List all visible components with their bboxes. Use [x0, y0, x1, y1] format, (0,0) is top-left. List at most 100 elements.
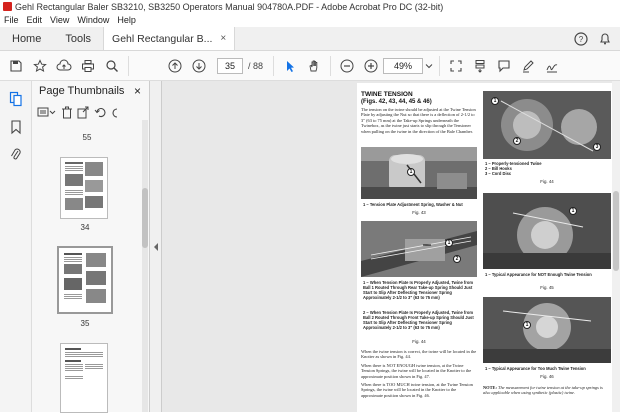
page-thumbnails-icon[interactable] — [0, 85, 32, 113]
thumbnails-scrollbar-track[interactable] — [142, 120, 148, 412]
window-title: Gehl Rectangular Baler SB3210, SB3250 Op… — [15, 1, 444, 12]
tab-home[interactable]: Home — [0, 27, 53, 50]
extract-page-icon[interactable] — [77, 106, 90, 119]
paragraph-correct-tension: When the twine tension is correct, the t… — [361, 349, 477, 360]
figure-43-label: Fig. 43 — [412, 210, 426, 215]
chevron-left-icon — [153, 242, 158, 251]
menu-view[interactable]: View — [50, 15, 69, 25]
page-heading: TWINE TENSION — [361, 91, 413, 98]
tab-document-label: Gehl Rectangular B... — [112, 32, 213, 45]
page-subheading: (Figs. 42, 43, 44, 45 & 46) — [361, 99, 432, 105]
rotate-left-icon[interactable] — [94, 106, 107, 119]
figure-callout: 1 — [445, 239, 453, 247]
figure-44-left-label: Fig. 44 — [412, 339, 426, 344]
note-block: NOTE: The measurement for twine tension … — [483, 385, 611, 396]
zoom-level-select[interactable]: 49% — [383, 57, 424, 74]
note-text: The measurement for twine tension at the… — [483, 385, 603, 396]
scroll-mode-icon[interactable] — [468, 54, 492, 78]
figure-44-right-photo: 1 2 3 — [483, 91, 611, 159]
tab-tools[interactable]: Tools — [53, 27, 103, 50]
thumbnail-label: 35 — [80, 319, 90, 328]
figure-46-photo: 1 — [483, 297, 611, 363]
acrobat-app-icon — [3, 2, 12, 11]
bell-icon[interactable] — [598, 32, 612, 46]
figure-callout: 2 — [453, 255, 461, 263]
tab-bar: Home Tools Gehl Rectangular B... × ? — [0, 27, 620, 51]
tab-close-button[interactable]: × — [220, 33, 226, 44]
thumbnails-scrollbar-thumb[interactable] — [142, 188, 148, 248]
thumbnail-page-35-selected[interactable] — [57, 246, 113, 314]
document-scrollbar-thumb[interactable] — [613, 191, 619, 271]
panel-title: Page Thumbnails — [39, 85, 125, 97]
search-icon[interactable] — [100, 54, 124, 78]
menu-file[interactable]: File — [4, 15, 19, 25]
menu-edit[interactable]: Edit — [27, 15, 43, 25]
hand-tool-icon[interactable] — [302, 54, 326, 78]
figure-43-caption: 1 – Tension Plate Adjustment Spring, Was… — [363, 202, 463, 207]
document-scrollbar-track[interactable] — [612, 81, 620, 412]
figure-46-caption: 1 – Typical Appearance for Too Much Twin… — [485, 366, 586, 371]
figure-44-left-photo: 1 2 — [361, 221, 477, 277]
zoom-in-icon[interactable] — [359, 54, 383, 78]
panel-close-button[interactable]: × — [134, 84, 141, 98]
menu-help[interactable]: Help — [117, 15, 136, 25]
thumbnail-page-34[interactable] — [60, 157, 108, 219]
zoom-out-icon[interactable] — [335, 54, 359, 78]
page-number-input[interactable]: 35 — [217, 57, 243, 74]
page-count: / 88 — [248, 60, 264, 71]
toolbar-divider — [439, 55, 441, 76]
thumbnail-label: 34 — [80, 223, 90, 232]
previous-page-icon[interactable] — [163, 54, 187, 78]
select-cursor-icon[interactable] — [278, 54, 302, 78]
tabbar-right-group: ? — [574, 27, 620, 50]
figure-44-left-caption-1: 1 – When Tension Plate Is Properly Adjus… — [363, 280, 474, 300]
next-page-icon[interactable] — [187, 54, 211, 78]
rotate-right-icon[interactable] — [111, 106, 120, 119]
menu-window[interactable]: Window — [77, 15, 109, 25]
left-rail — [0, 81, 32, 412]
chevron-down-icon[interactable] — [423, 54, 435, 78]
toolbar-divider — [273, 55, 275, 76]
upload-cloud-icon[interactable] — [52, 54, 76, 78]
panel-toolbar — [32, 101, 149, 123]
figure-43-photo: 1 — [361, 147, 477, 199]
figure-callout: 2 — [513, 137, 521, 145]
collapse-panel-handle[interactable] — [150, 81, 162, 412]
tab-document[interactable]: Gehl Rectangular B... × — [103, 27, 236, 50]
print-icon[interactable] — [76, 54, 100, 78]
menu-bar: File Edit View Window Help — [0, 13, 620, 26]
window-titlebar: Gehl Rectangular Baler SB3210, SB3250 Op… — [0, 0, 620, 13]
bookmark-star-icon[interactable] — [28, 54, 52, 78]
figure-callout: 1 — [407, 168, 415, 176]
fit-page-icon[interactable] — [444, 54, 468, 78]
figure-45-label: Fig. 45 — [540, 285, 554, 290]
thumbnail-page-36[interactable] — [60, 343, 108, 413]
thumbnail-options-icon[interactable] — [37, 106, 57, 118]
thumbnail-label: 55 — [82, 133, 92, 142]
page-thumbnails-panel: Page Thumbnails × 55 34 35 — [32, 81, 150, 413]
figure-callout: 1 — [569, 207, 577, 215]
comment-icon[interactable] — [492, 54, 516, 78]
figure-callout: 3 — [593, 143, 601, 151]
svg-text:?: ? — [579, 35, 584, 44]
highlight-pen-icon[interactable] — [516, 54, 540, 78]
figure-46-label: Fig. 46 — [540, 374, 554, 379]
sign-icon[interactable] — [540, 54, 564, 78]
note-label: NOTE: — [483, 385, 497, 390]
attachments-icon[interactable] — [0, 141, 32, 169]
figure-callout: 1 — [523, 321, 531, 329]
panel-header: Page Thumbnails × — [32, 81, 149, 101]
toolbar-divider — [330, 55, 332, 76]
save-icon[interactable] — [4, 54, 28, 78]
help-icon[interactable]: ? — [574, 31, 588, 46]
paragraph-too-much-tension: When there is TOO MUCH twine tension, at… — [361, 382, 473, 398]
figure-44-left-caption-2: 2 – When Tension Plate Is Properly Adjus… — [363, 310, 474, 330]
pdf-page: TWINE TENSION (Figs. 42, 43, 44, 45 & 46… — [357, 83, 620, 412]
figure-callout: 1 — [491, 97, 499, 105]
figure-44-right-label: Fig. 44 — [540, 179, 554, 184]
bookmarks-icon[interactable] — [0, 113, 32, 141]
paragraph-not-enough-tension: When there is NOT ENOUGH twine tension, … — [361, 363, 472, 379]
trash-icon[interactable] — [61, 106, 73, 119]
toolbar-divider — [128, 55, 129, 76]
intro-paragraph: The tension on the twine should be adjus… — [361, 107, 476, 134]
